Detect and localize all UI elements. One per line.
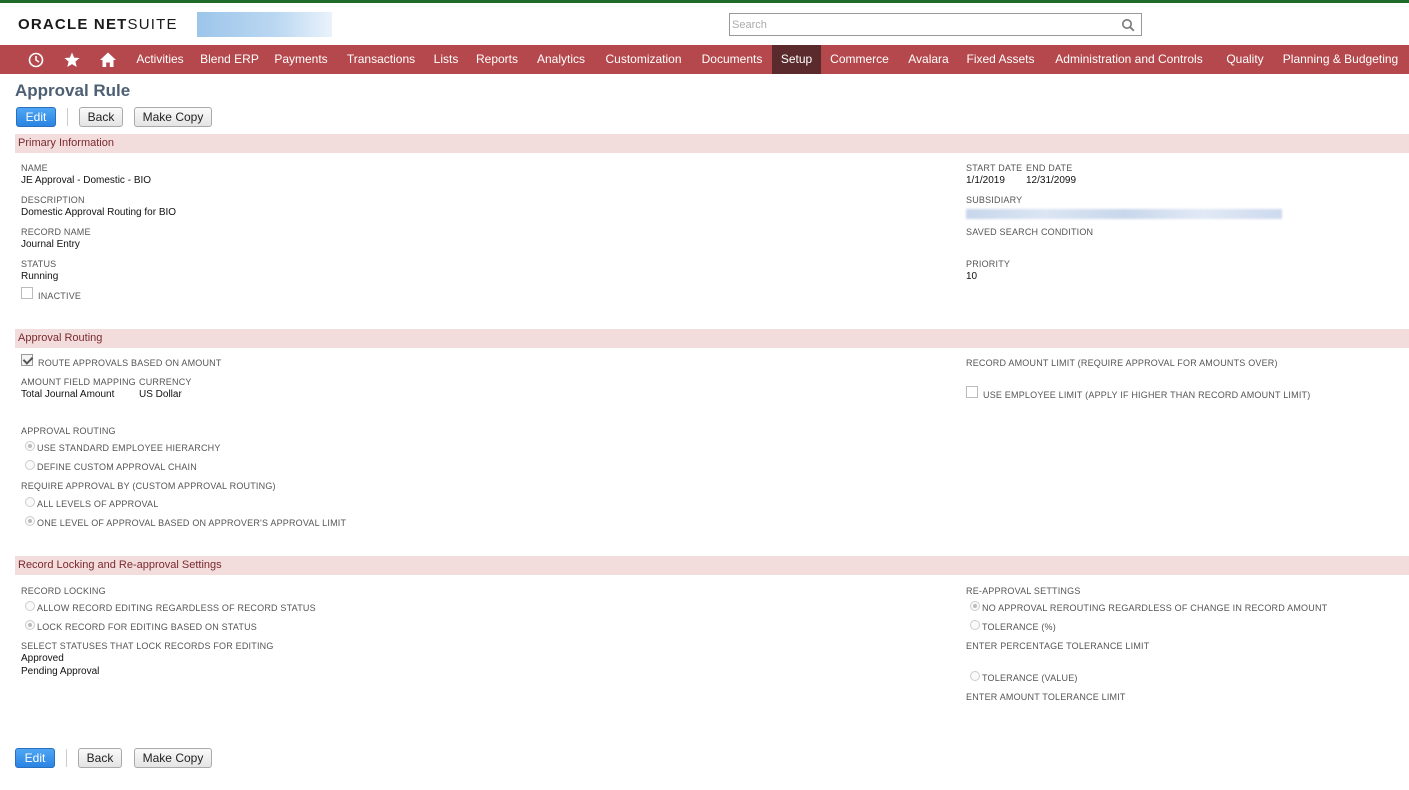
currency-value: US Dollar xyxy=(139,389,182,400)
home-icon[interactable] xyxy=(99,51,117,69)
status-approved: Approved xyxy=(21,653,64,664)
logo-suite: SUITE xyxy=(127,16,178,33)
status-value: Running xyxy=(21,271,59,282)
status-pending-approval: Pending Approval xyxy=(21,666,100,677)
use-standard-hierarchy-radio[interactable] xyxy=(25,441,35,451)
lock-by-status-radio[interactable] xyxy=(25,620,35,630)
oracle-netsuite-logo[interactable]: ORACLE NETSUITE xyxy=(18,16,178,33)
status-label: STATUS xyxy=(21,259,57,269)
back-button-bottom[interactable]: Back xyxy=(78,748,122,768)
nav-avalara[interactable]: Avalara xyxy=(898,45,959,74)
section-record-locking[interactable]: Record Locking and Re-approval Settings xyxy=(15,556,1409,575)
name-label: NAME xyxy=(21,163,48,173)
search-icon[interactable] xyxy=(1121,18,1135,32)
nav-reports[interactable]: Reports xyxy=(467,45,527,74)
nav-planning-budgeting[interactable]: Planning & Budgeting xyxy=(1274,45,1407,74)
amount-field-mapping-value: Total Journal Amount xyxy=(21,389,115,400)
section-title: Record Locking and Re-approval Settings xyxy=(18,559,222,571)
saved-search-condition-label: SAVED SEARCH CONDITION xyxy=(966,227,1094,237)
nav-commerce[interactable]: Commerce xyxy=(821,45,898,74)
route-by-amount-checkbox[interactable] xyxy=(21,354,33,366)
nav-documents[interactable]: Documents xyxy=(692,45,772,74)
priority-label: PRIORITY xyxy=(966,259,1011,269)
record-name-value: Journal Entry xyxy=(21,239,80,250)
global-search xyxy=(729,13,1142,36)
amount-field-mapping-label: AMOUNT FIELD MAPPING xyxy=(21,377,136,387)
define-custom-chain-radio[interactable] xyxy=(25,460,35,470)
tolerance-value-radio[interactable] xyxy=(970,671,980,681)
nav-setup[interactable]: Setup xyxy=(772,45,821,74)
subsidiary-label: SUBSIDIARY xyxy=(966,195,1023,205)
description-value: Domestic Approval Routing for BIO xyxy=(21,207,177,218)
route-by-amount-label: ROUTE APPROVALS BASED ON AMOUNT xyxy=(38,358,222,368)
all-levels-label: ALL LEVELS OF APPROVAL xyxy=(37,499,159,509)
make-copy-button-top[interactable]: Make Copy xyxy=(134,107,212,127)
no-rerouting-radio[interactable] xyxy=(970,601,980,611)
reapproval-settings-label: RE-APPROVAL SETTINGS xyxy=(966,586,1081,596)
star-icon[interactable] xyxy=(63,51,81,69)
nav-quality[interactable]: Quality xyxy=(1216,45,1274,74)
logo-net: NET xyxy=(93,16,128,33)
use-employee-limit-label: USE EMPLOYEE LIMIT (APPLY IF HIGHER THAN… xyxy=(983,390,1311,400)
make-copy-button-bottom[interactable]: Make Copy xyxy=(134,748,212,768)
inactive-label: INACTIVE xyxy=(38,291,82,301)
main-navigation: Activities Blend ERP Payments Transactio… xyxy=(0,45,1409,74)
section-title: Primary Information xyxy=(18,137,114,149)
history-icon[interactable] xyxy=(27,51,45,69)
edit-button-bottom[interactable]: Edit xyxy=(15,748,55,768)
end-date-label: END DATE xyxy=(1026,163,1073,173)
start-date-value: 1/1/2019 xyxy=(966,175,1005,186)
no-rerouting-label: NO APPROVAL REROUTING REGARDLESS OF CHAN… xyxy=(982,603,1328,613)
nav-activities[interactable]: Activities xyxy=(126,45,194,74)
define-custom-chain-label: DEFINE CUSTOM APPROVAL CHAIN xyxy=(37,462,197,472)
percentage-tolerance-limit-label: ENTER PERCENTAGE TOLERANCE LIMIT xyxy=(966,641,1150,651)
edit-button-top[interactable]: Edit xyxy=(16,107,56,127)
record-amount-limit-label: RECORD AMOUNT LIMIT (REQUIRE APPROVAL FO… xyxy=(966,358,1278,368)
page-title: Approval Rule xyxy=(15,81,131,100)
allow-editing-radio[interactable] xyxy=(25,601,35,611)
record-name-label: RECORD NAME xyxy=(21,227,91,237)
company-logo-blurred xyxy=(197,12,332,37)
section-primary-information[interactable]: Primary Information xyxy=(15,134,1409,153)
one-level-label: ONE LEVEL OF APPROVAL BASED ON APPROVER'… xyxy=(37,518,347,528)
record-locking-label: RECORD LOCKING xyxy=(21,586,106,596)
button-separator xyxy=(67,108,68,126)
lock-by-status-label: LOCK RECORD FOR EDITING BASED ON STATUS xyxy=(37,622,257,632)
section-approval-routing[interactable]: Approval Routing xyxy=(15,329,1409,348)
nav-transactions[interactable]: Transactions xyxy=(337,45,425,74)
header: ORACLE NETSUITE xyxy=(0,3,1409,45)
all-levels-radio[interactable] xyxy=(25,497,35,507)
allow-editing-label: ALLOW RECORD EDITING REGARDLESS OF RECOR… xyxy=(37,603,316,613)
require-approval-by-label: REQUIRE APPROVAL BY (CUSTOM APPROVAL ROU… xyxy=(21,481,276,491)
button-separator xyxy=(66,749,67,767)
nav-blend-erp[interactable]: Blend ERP xyxy=(194,45,265,74)
description-label: DESCRIPTION xyxy=(21,195,85,205)
nav-fixed-assets[interactable]: Fixed Assets xyxy=(959,45,1042,74)
use-employee-limit-checkbox[interactable] xyxy=(966,386,978,398)
nav-analytics[interactable]: Analytics xyxy=(527,45,595,74)
priority-value: 10 xyxy=(966,271,978,282)
tolerance-value-label: TOLERANCE (VALUE) xyxy=(982,673,1078,683)
subsidiary-value-blurred xyxy=(966,209,1282,219)
nav-administration-and-controls[interactable]: Administration and Controls xyxy=(1042,45,1216,74)
approval-routing-label: APPROVAL ROUTING xyxy=(21,426,116,436)
lock-statuses-label: SELECT STATUSES THAT LOCK RECORDS FOR ED… xyxy=(21,641,274,651)
tolerance-percent-label: TOLERANCE (%) xyxy=(982,622,1056,632)
currency-label: CURRENCY xyxy=(139,377,192,387)
one-level-radio[interactable] xyxy=(25,516,35,526)
inactive-checkbox[interactable] xyxy=(21,287,33,299)
use-standard-hierarchy-label: USE STANDARD EMPLOYEE HIERARCHY xyxy=(37,443,221,453)
search-input[interactable] xyxy=(732,16,1112,33)
end-date-value: 12/31/2099 xyxy=(1026,175,1077,186)
section-title: Approval Routing xyxy=(18,332,103,344)
nav-customization[interactable]: Customization xyxy=(595,45,692,74)
back-button-top[interactable]: Back xyxy=(79,107,123,127)
name-value: JE Approval - Domestic - BIO xyxy=(21,175,152,186)
tolerance-percent-radio[interactable] xyxy=(970,620,980,630)
logo-oracle: ORACLE xyxy=(18,16,89,33)
nav-lists[interactable]: Lists xyxy=(425,45,467,74)
amount-tolerance-limit-label: ENTER AMOUNT TOLERANCE LIMIT xyxy=(966,692,1126,702)
nav-payments[interactable]: Payments xyxy=(265,45,337,74)
start-date-label: START DATE xyxy=(966,163,1023,173)
